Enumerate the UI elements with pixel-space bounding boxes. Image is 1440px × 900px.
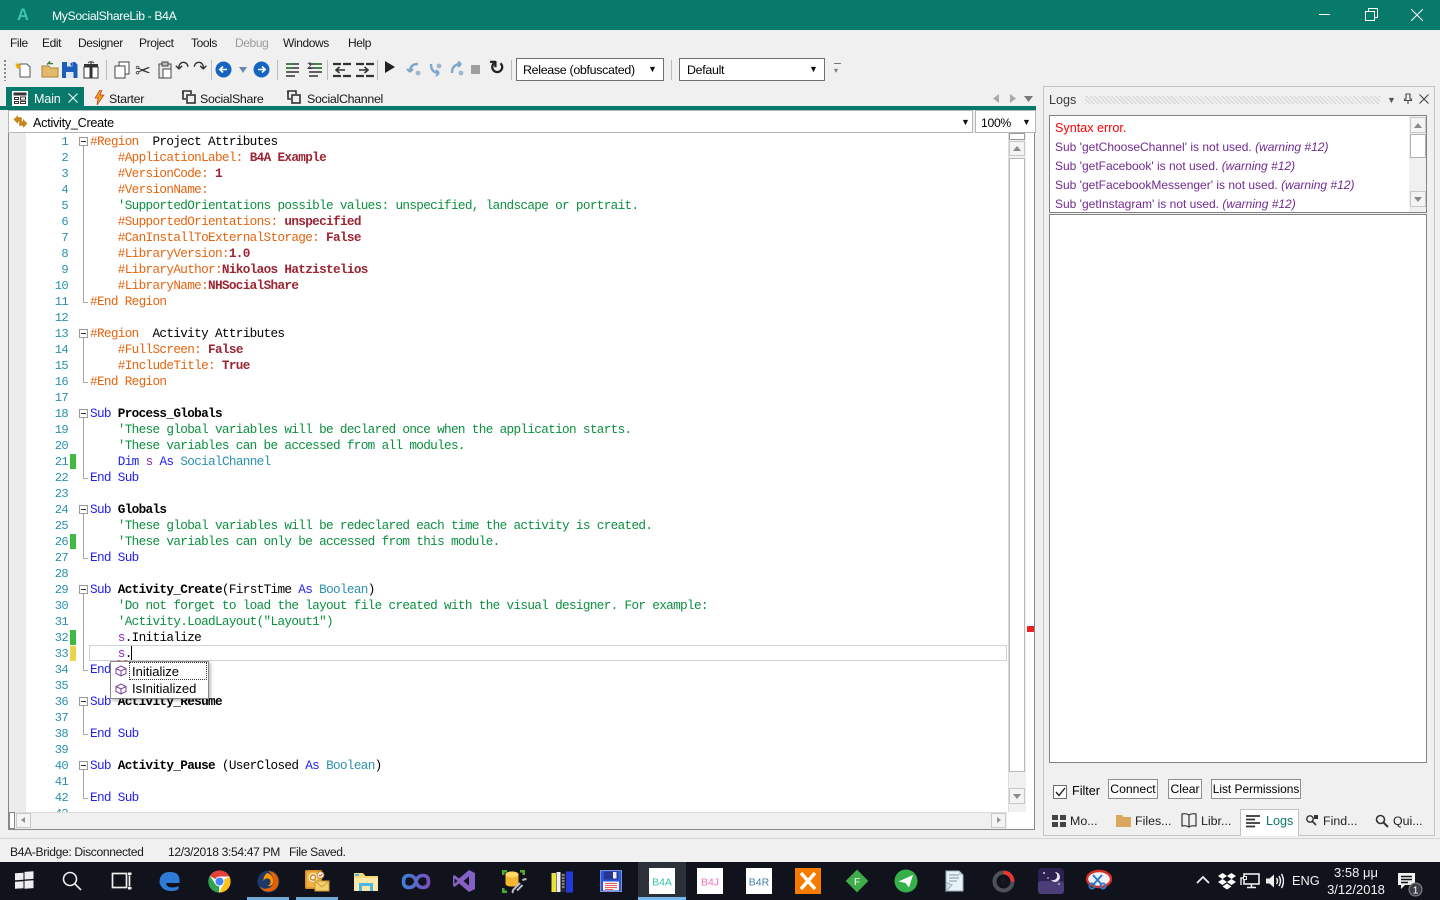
svg-text:F: F: [854, 877, 860, 888]
svg-text:✂: ✂: [135, 61, 151, 81]
svg-text:B4A: B4A: [652, 877, 672, 889]
svg-text:B4J: B4J: [701, 877, 719, 889]
svg-text:1: 1: [1413, 885, 1419, 897]
svg-text:2: 2: [307, 61, 312, 71]
svg-text:B4R: B4R: [749, 877, 770, 889]
